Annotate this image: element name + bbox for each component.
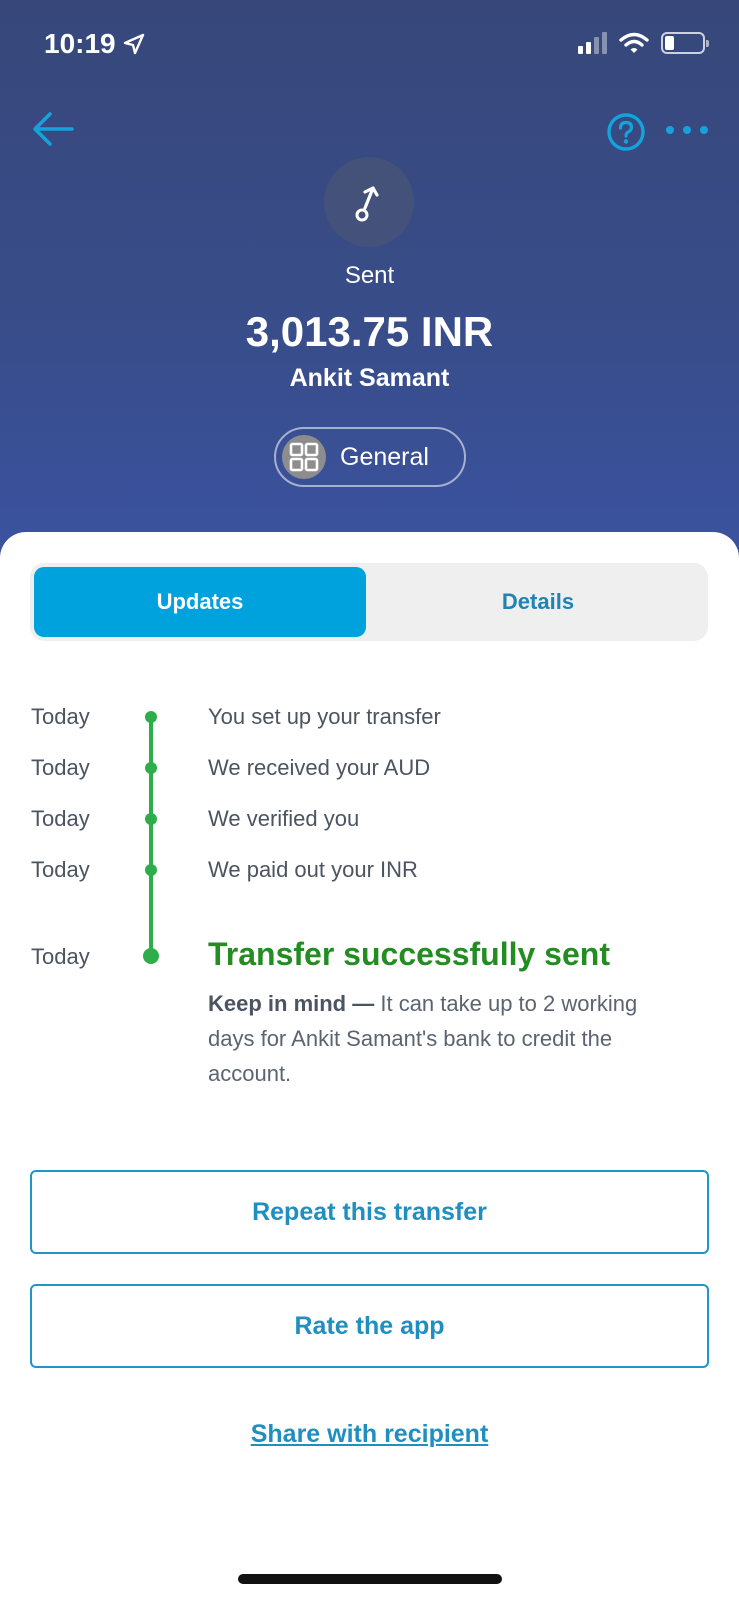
- tab-updates[interactable]: Updates: [34, 567, 366, 637]
- timeline-dot: [143, 948, 159, 964]
- note-bold: Keep in mind —: [208, 991, 375, 1016]
- timeline-text: We paid out your INR: [208, 857, 418, 882]
- timeline-text: You set up your transfer: [208, 704, 441, 729]
- share-with-recipient-link[interactable]: Share with recipient: [0, 1420, 739, 1449]
- status-bar-time: 10:19: [44, 28, 146, 60]
- timeline-dot: [145, 762, 157, 774]
- more-dots-icon: [666, 126, 708, 134]
- timeline-date: Today: [31, 806, 90, 831]
- timeline-text: We received your AUD: [208, 755, 431, 780]
- back-button[interactable]: [30, 106, 76, 152]
- tab-details[interactable]: Details: [372, 567, 704, 637]
- battery-icon: [661, 32, 709, 54]
- rate-app-button[interactable]: Rate the app: [30, 1284, 709, 1368]
- timeline-dot: [145, 864, 157, 876]
- timeline-date: Today: [31, 944, 90, 969]
- tab-switcher: Updates Details: [30, 563, 708, 641]
- timeline-dot: [145, 813, 157, 825]
- status-bar-indicators: [578, 32, 709, 54]
- cellular-signal-icon: [578, 32, 607, 54]
- transfer-amount: 3,013.75 INR: [245, 308, 494, 355]
- category-label: General: [340, 442, 429, 471]
- location-arrow-icon: [123, 33, 144, 55]
- timeline-date: Today: [31, 857, 90, 882]
- success-title: Transfer successfully sent: [208, 936, 610, 972]
- recipient-name: Ankit Samant: [289, 364, 450, 392]
- question-circle-icon: [607, 113, 645, 151]
- sent-status-icon: [324, 157, 414, 247]
- transfer-status-label: Sent: [344, 262, 395, 289]
- timeline-date: Today: [31, 755, 90, 780]
- wifi-icon: [619, 32, 649, 53]
- time-label: 10:19: [44, 28, 116, 59]
- help-button[interactable]: [606, 112, 646, 152]
- category-pill[interactable]: General: [274, 427, 466, 487]
- timeline-dot: [145, 711, 157, 723]
- arrow-left-icon: [33, 112, 74, 146]
- sent-arrow-icon: [355, 186, 379, 222]
- more-options-button[interactable]: [664, 118, 710, 142]
- grid-icon: [282, 435, 326, 479]
- home-indicator[interactable]: [238, 1574, 502, 1584]
- timeline-line: [149, 716, 153, 956]
- keep-in-mind-note: Keep in mind — It can take up to 2 worki…: [208, 986, 678, 1091]
- timeline-text: We verified you: [208, 806, 360, 831]
- repeat-transfer-button[interactable]: Repeat this transfer: [30, 1170, 709, 1254]
- transfer-header: 10:19 Sent 3,013.75 INR Ankit Samant Gen…: [0, 0, 739, 560]
- timeline-date: Today: [31, 704, 90, 729]
